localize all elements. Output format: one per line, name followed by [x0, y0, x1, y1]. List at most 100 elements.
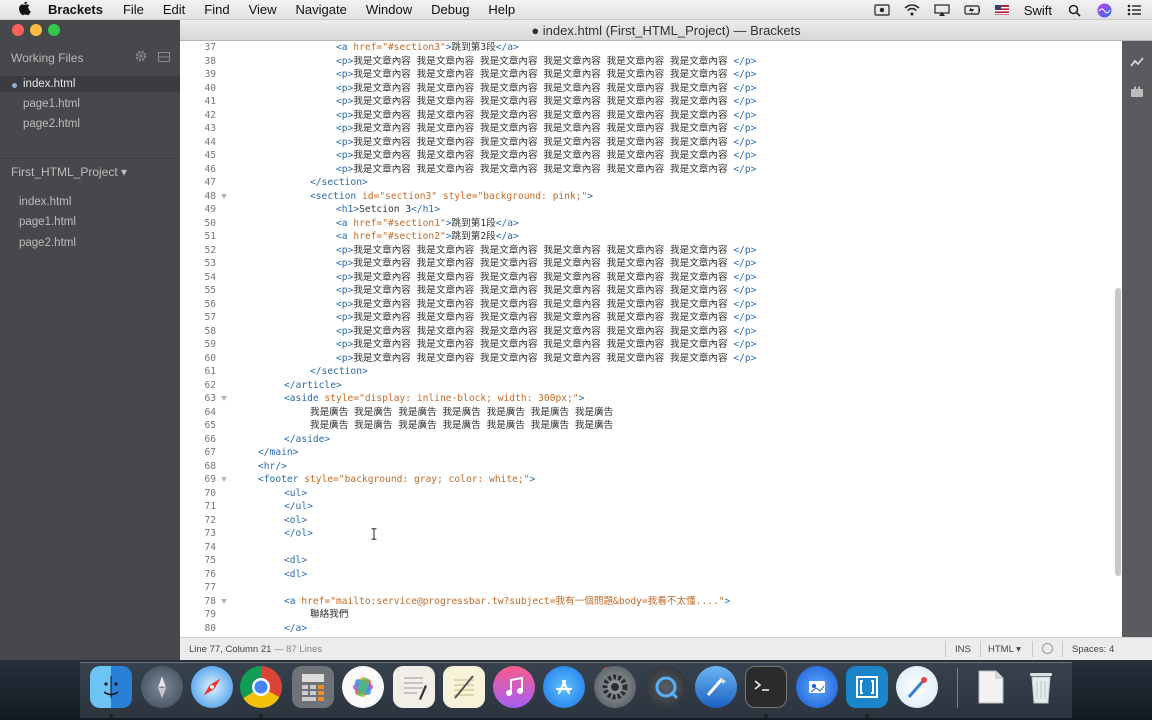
notes-icon[interactable] — [443, 666, 485, 708]
notification-center-icon[interactable] — [1126, 3, 1142, 17]
menu-file[interactable]: File — [123, 2, 144, 17]
project-dropdown[interactable]: First_HTML_Project ▾ — [11, 165, 127, 179]
code-line[interactable]: 56 <p>我是文章內容 我是文章內容 我是文章內容 我是文章內容 我是文章內容 … — [180, 298, 1120, 312]
vertical-scrollbar[interactable] — [1115, 288, 1121, 576]
code-line[interactable]: 73 </ol> — [180, 527, 1120, 541]
code-line[interactable]: 69 <footer style="background: gray; color… — [180, 473, 1120, 487]
input-source-label[interactable]: Swift — [1024, 3, 1052, 18]
code-line[interactable]: 77 — [180, 581, 1120, 595]
code-line[interactable]: 72 <ol> — [180, 514, 1120, 528]
code-line[interactable]: 43 <p>我是文章內容 我是文章內容 我是文章內容 我是文章內容 我是文章內容 … — [180, 122, 1120, 136]
code-line[interactable]: 75 <dl> — [180, 554, 1120, 568]
code-line[interactable]: 61 </section> — [180, 365, 1120, 379]
siri-icon[interactable] — [1096, 3, 1112, 17]
code-line[interactable]: 37 <a href="#section3">跳到第3段</a> — [180, 41, 1120, 55]
photos-icon[interactable] — [342, 666, 384, 708]
code-line[interactable]: 45 <p>我是文章內容 我是文章內容 我是文章內容 我是文章內容 我是文章內容 … — [180, 149, 1120, 163]
gear-icon[interactable] — [135, 50, 147, 62]
menu-help[interactable]: Help — [488, 2, 515, 17]
code-line[interactable]: 41 <p>我是文章內容 我是文章內容 我是文章內容 我是文章內容 我是文章內容 … — [180, 95, 1120, 109]
code-line[interactable]: 39 <p>我是文章內容 我是文章內容 我是文章內容 我是文章內容 我是文章內容 … — [180, 68, 1120, 82]
code-line[interactable]: 44 <p>我是文章內容 我是文章內容 我是文章內容 我是文章內容 我是文章內容 … — [180, 136, 1120, 150]
preview-icon[interactable] — [796, 666, 838, 708]
finder-icon[interactable] — [90, 666, 132, 708]
language-select[interactable]: HTML ▾ — [988, 644, 1021, 655]
code-line[interactable]: 49 <h1>Setcion 3</h1> — [180, 203, 1120, 217]
code-line[interactable]: 63 <aside style="display: inline-block; w… — [180, 392, 1120, 406]
cursor-position[interactable]: Line 77, Column 21 — 87 Lines — [189, 644, 322, 655]
code-line[interactable]: 55 <p>我是文章內容 我是文章內容 我是文章內容 我是文章內容 我是文章內容 … — [180, 284, 1120, 298]
code-line[interactable]: 60 <p>我是文章內容 我是文章內容 我是文章內容 我是文章內容 我是文章內容 … — [180, 352, 1120, 366]
code-line[interactable]: 58 <p>我是文章內容 我是文章內容 我是文章內容 我是文章內容 我是文章內容 … — [180, 325, 1120, 339]
fold-arrow-icon[interactable] — [221, 477, 227, 482]
code-line[interactable]: 79 聯絡我們 — [180, 608, 1120, 622]
code-line[interactable]: 40 <p>我是文章內容 我是文章內容 我是文章內容 我是文章內容 我是文章內容 … — [180, 82, 1120, 96]
code-line[interactable]: 67 </main> — [180, 446, 1120, 460]
battery-icon[interactable] — [964, 3, 980, 17]
code-line[interactable]: 78 <a href="mailto:service@progressbar.tw… — [180, 595, 1120, 609]
screen-record-icon[interactable] — [874, 3, 890, 17]
extension-manager-icon[interactable] — [1130, 85, 1144, 99]
working-file-page1[interactable]: page1.html — [23, 98, 80, 110]
safari-icon[interactable] — [191, 666, 233, 708]
calculator-icon[interactable] — [292, 666, 334, 708]
code-line[interactable]: 68 <hr/> — [180, 460, 1120, 474]
code-line[interactable]: 50 <a href="#section1">跳到第1段</a> — [180, 217, 1120, 231]
working-file-index[interactable]: index.html — [23, 78, 75, 90]
launchpad-icon[interactable] — [141, 666, 183, 708]
code-line[interactable]: 46 <p>我是文章內容 我是文章內容 我是文章內容 我是文章內容 我是文章內容 … — [180, 163, 1120, 177]
trash-icon[interactable] — [1020, 666, 1062, 708]
code-line[interactable]: 65 我是廣告 我是廣告 我是廣告 我是廣告 我是廣告 我是廣告 我是廣告 — [180, 419, 1120, 433]
spotlight-search-icon[interactable] — [1066, 3, 1082, 17]
code-line[interactable]: 66 </aside> — [180, 433, 1120, 447]
working-file-page2[interactable]: page2.html — [23, 118, 80, 130]
airplay-icon[interactable] — [934, 3, 950, 17]
code-line[interactable]: 38 <p>我是文章內容 我是文章內容 我是文章內容 我是文章內容 我是文章內容 … — [180, 55, 1120, 69]
textedit-icon[interactable] — [393, 666, 435, 708]
system-preferences-icon[interactable] — [594, 666, 636, 708]
indent-setting[interactable]: Spaces: 4 — [1072, 644, 1114, 655]
itunes-icon[interactable] — [493, 666, 535, 708]
wifi-icon[interactable] — [904, 3, 920, 17]
code-line[interactable]: 71 </ul> — [180, 500, 1120, 514]
code-line[interactable]: 62 </article> — [180, 379, 1120, 393]
quicktime-icon[interactable] — [645, 666, 687, 708]
menu-window[interactable]: Window — [366, 2, 412, 17]
project-file-index[interactable]: index.html — [19, 196, 71, 208]
menu-edit[interactable]: Edit — [163, 2, 185, 17]
code-line[interactable]: 47 </section> — [180, 176, 1120, 190]
fold-arrow-icon[interactable] — [221, 598, 227, 604]
menu-view[interactable]: View — [249, 2, 277, 17]
split-view-icon[interactable] — [158, 51, 170, 62]
fold-arrow-icon[interactable] — [221, 193, 227, 199]
live-preview-icon[interactable] — [1130, 56, 1144, 70]
menu-navigate[interactable]: Navigate — [296, 2, 347, 17]
fold-arrow-icon[interactable] — [221, 396, 227, 401]
code-line[interactable]: 52 <p>我是文章內容 我是文章內容 我是文章內容 我是文章內容 我是文章內容 … — [180, 244, 1120, 258]
menu-app-name[interactable]: Brackets — [48, 2, 103, 17]
menu-debug[interactable]: Debug — [431, 2, 469, 17]
code-line[interactable]: 74 — [180, 541, 1120, 555]
linter-status-icon[interactable] — [1042, 643, 1053, 654]
project-file-page1[interactable]: page1.html — [19, 216, 76, 228]
minimize-window-button[interactable] — [30, 24, 42, 36]
code-line[interactable]: 51 <a href="#section2">跳到第2段</a> — [180, 230, 1120, 244]
code-line[interactable]: 59 <p>我是文章內容 我是文章內容 我是文章內容 我是文章內容 我是文章內容 … — [180, 338, 1120, 352]
menu-find[interactable]: Find — [204, 2, 229, 17]
brackets-icon[interactable] — [846, 666, 888, 708]
code-line[interactable]: 42 <p>我是文章內容 我是文章內容 我是文章內容 我是文章內容 我是文章內容 … — [180, 109, 1120, 123]
project-file-page2[interactable]: page2.html — [19, 237, 76, 249]
code-line[interactable]: 70 <ul> — [180, 487, 1120, 501]
close-window-button[interactable] — [12, 24, 24, 36]
code-editor[interactable]: 37 <a href="#section3">跳到第3段</a> 38 <p>我是文章… — [180, 41, 1152, 637]
xcode-icon[interactable] — [695, 666, 737, 708]
document-icon[interactable] — [970, 666, 1012, 708]
chrome-icon[interactable] — [240, 666, 282, 708]
code-line[interactable]: 54 <p>我是文章內容 我是文章內容 我是文章內容 我是文章內容 我是文章內容 … — [180, 271, 1120, 285]
terminal-icon[interactable] — [745, 666, 787, 708]
code-line[interactable]: 76 <dl> — [180, 568, 1120, 582]
code-line[interactable]: 53 <p>我是文章內容 我是文章內容 我是文章內容 我是文章內容 我是文章內容 … — [180, 257, 1120, 271]
code-line[interactable]: 57 <p>我是文章內容 我是文章內容 我是文章內容 我是文章內容 我是文章內容 … — [180, 311, 1120, 325]
color-picker-icon[interactable] — [896, 666, 938, 708]
code-line[interactable]: 64 我是廣告 我是廣告 我是廣告 我是廣告 我是廣告 我是廣告 我是廣告 — [180, 406, 1120, 420]
